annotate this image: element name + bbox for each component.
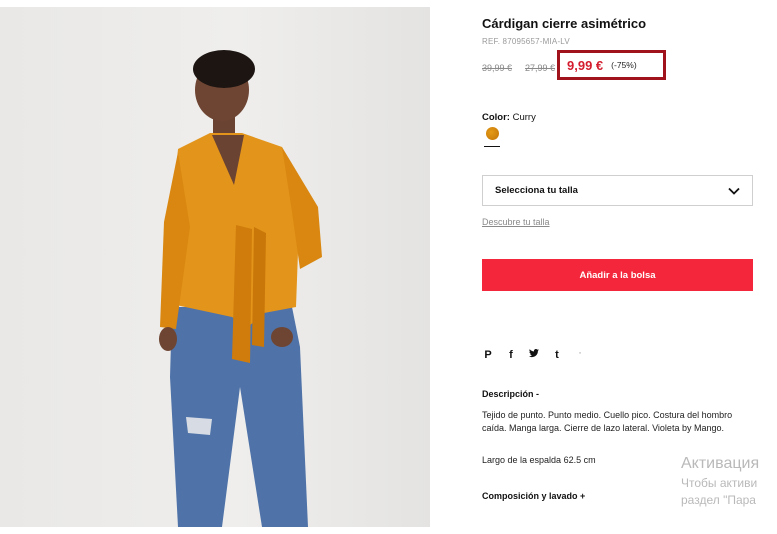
color-label-row: Color: Curry xyxy=(482,112,536,123)
size-guide-link[interactable]: Descubre tu talla xyxy=(482,217,550,227)
current-price-highlight: 9,99 € (-75%) xyxy=(557,50,666,80)
size-select-label: Selecciona tu talla xyxy=(495,185,578,196)
product-title: Cárdigan cierre asimétrico xyxy=(482,16,647,31)
description-text: Tejido de punto. Punto medio. Cuello pic… xyxy=(482,410,733,433)
activation-line-2: Чтобы активи xyxy=(681,476,758,490)
original-price: 39,99 € xyxy=(482,63,513,73)
model-figure xyxy=(159,50,322,527)
color-value: Curry xyxy=(512,112,536,123)
chevron-down-icon xyxy=(728,187,740,195)
tumblr-icon[interactable]: t xyxy=(552,349,562,361)
twitter-bird-icon xyxy=(529,349,539,358)
composition-toggle[interactable]: Composición y lavado + xyxy=(482,491,585,501)
share-more-icon[interactable]: ' xyxy=(575,351,585,360)
product-reference: REF. 87095657-MIA-LV xyxy=(482,37,570,46)
description-length: Largo de la espalda 62.5 cm xyxy=(482,455,596,465)
share-icons: P f t ' xyxy=(483,349,585,361)
activation-title: Активация xyxy=(681,455,760,472)
activation-line-3: раздел "Пара xyxy=(681,493,756,507)
color-label: Color: xyxy=(482,112,510,123)
color-swatch-curry[interactable] xyxy=(486,127,499,140)
previous-sale-price: 27,99 € xyxy=(525,63,556,73)
product-photo[interactable] xyxy=(0,7,430,527)
pinterest-icon[interactable]: P xyxy=(483,349,493,361)
facebook-icon[interactable]: f xyxy=(506,349,516,361)
add-to-bag-button[interactable]: Añadir a la bolsa xyxy=(482,259,753,291)
twitter-icon[interactable] xyxy=(529,349,539,361)
windows-activation-watermark: Активация Чтобы активи раздел "Пара xyxy=(681,455,759,507)
size-select[interactable]: Selecciona tu talla xyxy=(482,175,753,206)
discount-badge: (-75%) xyxy=(611,60,637,70)
description-toggle[interactable]: Descripción - xyxy=(482,389,539,399)
selected-swatch-indicator xyxy=(484,146,500,147)
current-price: 9,99 € xyxy=(567,57,604,73)
